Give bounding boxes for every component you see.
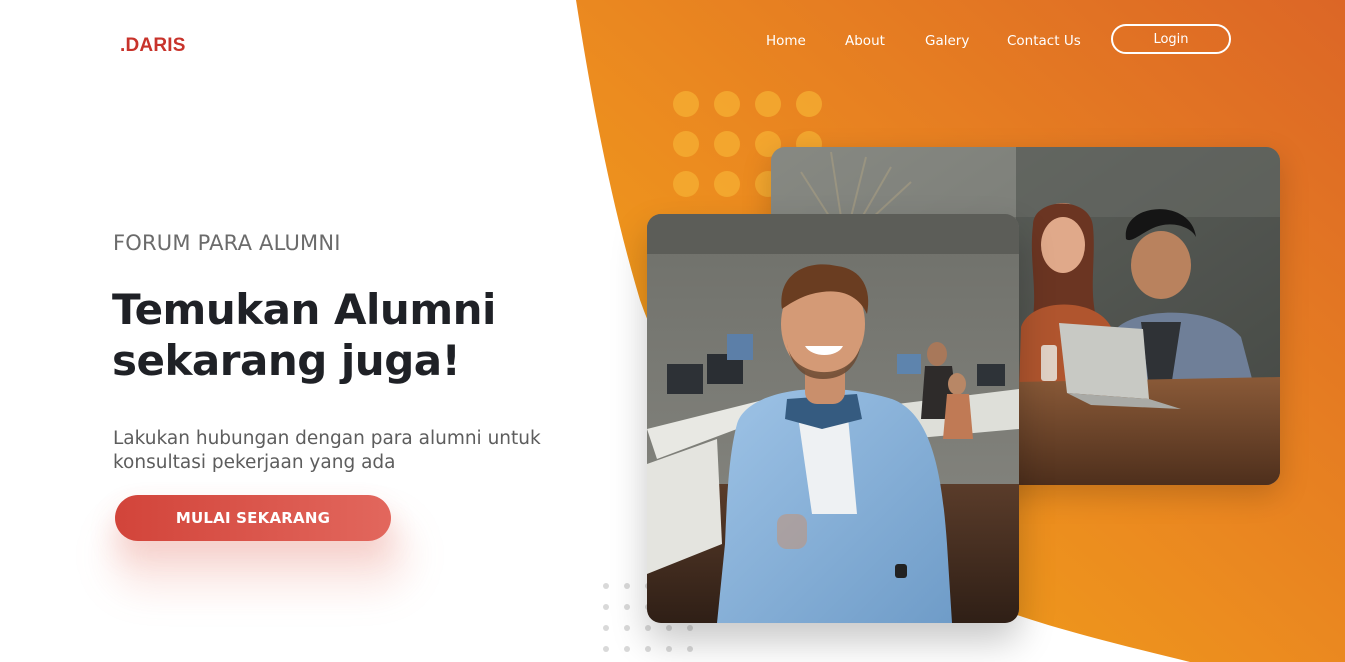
nav-galery[interactable]: Galery bbox=[925, 33, 969, 49]
hero-eyebrow: FORUM PARA ALUMNI bbox=[113, 231, 341, 255]
photo-smiling-man bbox=[647, 214, 1019, 623]
start-now-button[interactable]: MULAI SEKARANG bbox=[115, 495, 391, 541]
hero-description-line1: Lakukan hubungan dengan para alumni untu… bbox=[113, 428, 541, 449]
hero-headline-line2: sekarang juga! bbox=[112, 336, 461, 385]
nav-about[interactable]: About bbox=[845, 33, 885, 49]
hero-headline-line1: Temukan Alumni bbox=[112, 285, 496, 334]
hero-headline: Temukan Alumni sekarang juga! bbox=[112, 284, 552, 386]
hero-description: Lakukan hubungan dengan para alumni untu… bbox=[113, 427, 573, 475]
nav-home[interactable]: Home bbox=[766, 33, 806, 49]
hero-description-line2: konsultasi pekerjaan yang ada bbox=[113, 452, 396, 473]
login-button[interactable]: Login bbox=[1111, 24, 1231, 54]
nav-contact-us[interactable]: Contact Us bbox=[1007, 33, 1081, 49]
